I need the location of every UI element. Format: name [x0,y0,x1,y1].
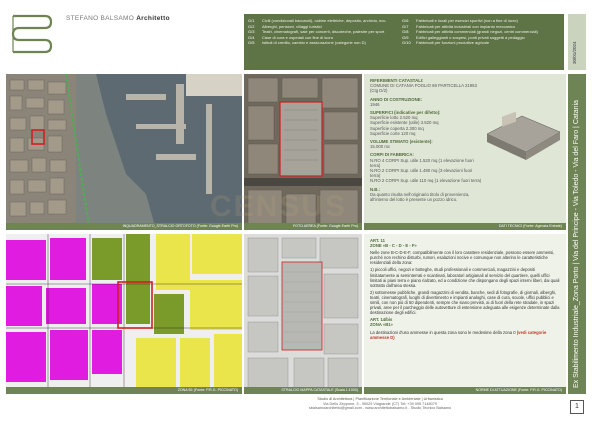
body-line: N.RO 4 CORPI Sup. utile 1.520 mq (1 elev… [370,157,474,168]
studio-name: STEFANO BALSAMO [66,15,135,22]
project-title: Ex Stabilimento Industriale_Zona Porto |… [573,100,580,388]
page-number: 1 [570,400,584,414]
footer-line-3: sbalsamoarchitetto@gmail.com - www.archi… [308,406,452,411]
cadastral-map-image [244,234,362,394]
body-line: N.RO 2 CORPI Sup. utile 110 mq (1 elevaz… [370,178,482,184]
project-title-strip: Ex Stabilimento Industriale_Zona Porto |… [568,74,586,394]
norm-intro: Nelle zone B-C-D-E-F, compatibilmente co… [370,250,555,266]
year-value: 1946 [370,101,380,107]
studio-brand: STEFANO BALSAMO Architetto [66,15,170,22]
building-3d-image [486,111,561,160]
studio-logo-icon [11,14,53,54]
zoning-map-panel: ZONA B1 (Fonte: P.R.G. PICCINATO) [6,234,242,394]
norms-panel: ART. 11 ZONE «B - C - D - E - F» Nelle z… [364,234,566,394]
category-legend: G/1 Civili (condizionali baccaroli), cabi… [244,14,564,70]
norm-paragraph-1: 1) piccoli uffici, negozi e botteghe, st… [370,267,560,288]
norm-paragraph-2: 2) sottomesse pubbliche, grandi magazzin… [370,289,560,316]
zone-caption: ZONA B1 (Fonte: P.R.G. PICCINATO) [6,387,242,394]
footer: Studio di Architettura | Pianificazione … [240,397,520,411]
note-value: Da quanto risulta nell'originario titolo… [370,191,470,203]
cadastral-value: COMUNE DI CATANIA FOGLIO 69 PARTICELLA 2… [370,83,477,94]
cadastre-caption: STRALCIO MAPPA CATASTALE (Scala 1:1000) [244,387,362,394]
legend-left-column: G/1 Civili (condizionali baccaroli), cabi… [248,18,396,46]
date-strip: 30/01/2024 [568,14,586,70]
body-line: N.RO 2 CORPI Sup. utile 1.480 mq (3 elev… [370,168,473,179]
legend-right-column: G/6 Fabbricati e locali per esercizi spor… [402,18,550,46]
legend-item: G/5 Istituti di credito, cambio e assicur… [248,40,366,46]
aerial-caption: FOTO AEREA (Fonte: Google Earth Pro) [244,223,362,230]
surface-line: Superficie corte 120 mq [370,130,416,136]
ortho-caption: INQUADRAMENTO_STRALCIO ORTOFOTO (Fonte: … [6,223,242,230]
cadastral-map-panel: STRALCIO MAPPA CATASTALE (Scala 1:1000) [244,234,362,394]
ortho-photo-image [6,74,242,230]
zoning-map-image [6,234,242,394]
norm-zone2-title: ZONA «B1» [370,322,393,328]
data-caption: DATI TECNICI (Fonte: Agenzia Entrate) [364,223,566,230]
studio-role: Architetto [136,15,170,22]
technical-data-text: RIFERIMENTI CATASTALI: COMUNE DI CATANIA… [370,78,482,202]
norms-text: ART. 11 ZONE «B - C - D - E - F» Nelle z… [370,238,560,340]
volume-value: 15.000 mc [370,144,391,150]
norm-zone-title: ZONE «B - C - D - E - F» [370,243,417,249]
date-label: 30/01/2024 [572,41,577,64]
norms-caption: NORME DI ATTUAZIONE (Fonte: P.R.G. PICCI… [364,387,566,394]
legend-item: G/10 Fabbricati per funzioni produttive a… [402,40,490,46]
norm-paragraph-3: La destinazioni d'uso ammesse in questa … [370,330,560,340]
watermark: CENSUS [210,190,348,223]
ortho-photo-panel: INQUADRAMENTO_STRALCIO ORTOFOTO (Fonte: … [6,74,242,230]
technical-data-panel: RIFERIMENTI CATASTALI: COMUNE DI CATANIA… [364,74,566,230]
slide-page: STEFANO BALSAMO Architetto G/1 Civili (co… [0,0,600,424]
